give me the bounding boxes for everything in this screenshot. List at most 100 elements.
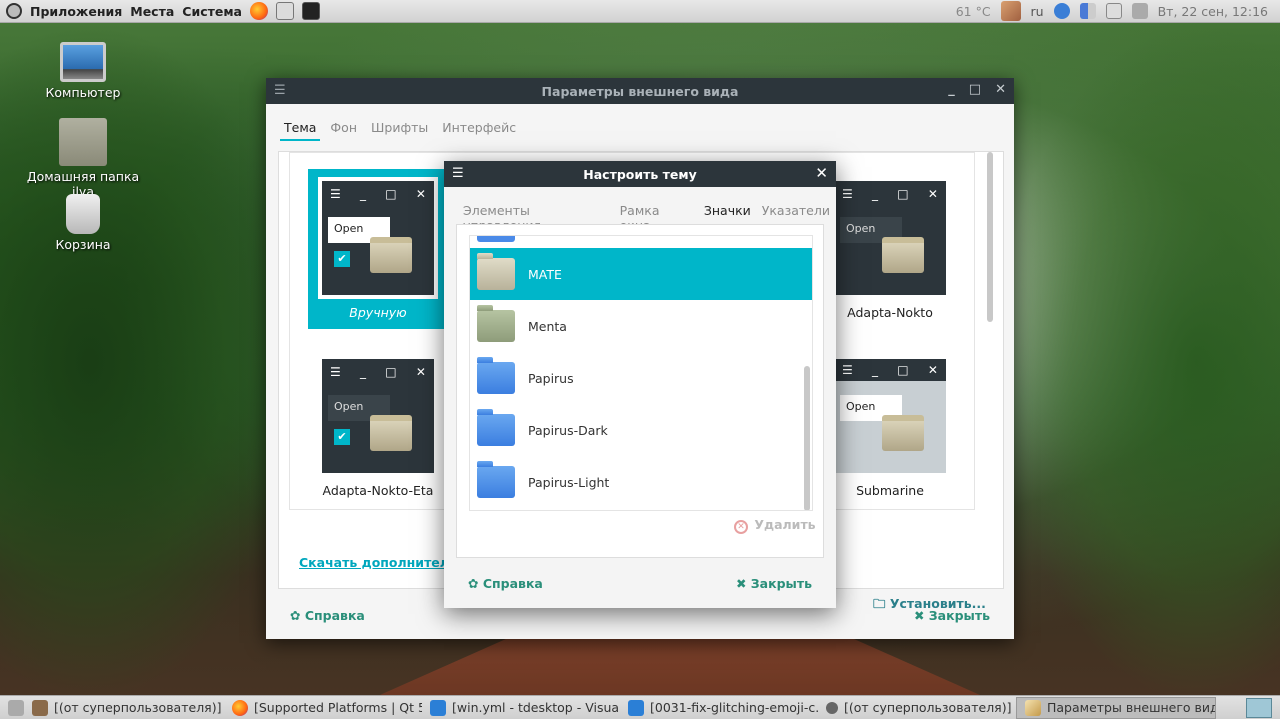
folder-icon (477, 357, 515, 394)
taskbar-task-label: [Supported Platforms | Qt 5... (254, 700, 422, 715)
list-item[interactable]: Papirus-Light (470, 456, 812, 508)
tab-interface[interactable]: Интерфейс (438, 118, 520, 141)
network-icon[interactable] (1079, 3, 1096, 19)
volume-icon[interactable] (1131, 3, 1148, 19)
desktop-icon-computer[interactable]: Компьютер (18, 42, 148, 100)
list-item[interactable]: Papirus (470, 352, 812, 404)
list-item[interactable]: MATE (470, 248, 812, 300)
taskbar-task[interactable]: [Supported Platforms | Qt 5... (224, 697, 422, 719)
list-item[interactable]: Menta (470, 300, 812, 352)
taskbar-task-label: [(от суперпользователя)] (844, 700, 1012, 715)
checkbox-icon: ✔ (334, 251, 350, 267)
theme-scrollbar[interactable] (987, 152, 993, 322)
keyboard-layout[interactable]: ru (1031, 4, 1044, 19)
folder-icon (882, 415, 924, 451)
folder-icon (477, 253, 515, 290)
dialog-titlebar[interactable]: ☰ Настроить тему ✕ (444, 161, 836, 187)
folder-icon (370, 415, 412, 451)
minimize-icon[interactable]: _ (948, 82, 955, 97)
folder-icon (477, 236, 515, 242)
close-icon[interactable]: ✕ (815, 164, 828, 182)
firefox-icon[interactable] (249, 2, 268, 20)
taskbar-task[interactable]: [0031-fix-glitching-emoji-c... (620, 697, 818, 719)
menu-applications[interactable]: Приложения (30, 4, 122, 19)
bottom-taskbar: [(от суперпользователя)] [Supported Plat… (0, 695, 1280, 719)
menu-places[interactable]: Места (130, 4, 174, 19)
cpu-temperature[interactable]: 61 °C (956, 4, 991, 19)
taskbar-task[interactable]: [(от суперпользователя)] (818, 697, 1016, 719)
desktop-icon-trash[interactable]: Корзина (18, 194, 148, 252)
terminal-icon[interactable] (301, 2, 320, 20)
taskbar-task-active[interactable]: Параметры внешнего вида (1016, 696, 1216, 719)
help-icon: ✿ (290, 608, 301, 623)
list-item-label: Papirus-Dark (528, 422, 608, 438)
folder-icon (477, 409, 515, 446)
theme-name: Submarine (856, 483, 924, 498)
folder-icon (882, 237, 924, 273)
taskbar-task-label: [0031-fix-glitching-emoji-c... (650, 700, 818, 715)
theme-preview: ☰ _ □ ✕ Open (830, 177, 950, 299)
theme-preview: ☰ _ □ ✕ Open ✔ (318, 177, 438, 299)
clipboard-icon[interactable] (1105, 3, 1122, 19)
appearance-icon (1025, 699, 1041, 716)
taskbar-task-label: Параметры внешнего вида (1047, 700, 1216, 715)
theme-item-custom[interactable]: ☰ _ □ ✕ Open ✔ Вручную (308, 169, 448, 329)
desktop-icon-home[interactable]: Домашняя папка ilya (18, 118, 148, 199)
desktop-icon-label: Корзина (55, 237, 111, 252)
wallpaper-foliage-right (1000, 22, 1280, 702)
window-titlebar[interactable]: ☰ Параметры внешнего вида _ □ ✕ (266, 78, 1014, 104)
clock[interactable]: Вт, 22 сен, 12:16 (1158, 4, 1268, 19)
tab-theme[interactable]: Тема (280, 118, 321, 141)
delete-icon: ✕ (734, 520, 748, 534)
top-panel: Приложения Места Система 61 °C ru Вт, 22… (0, 0, 1280, 23)
theme-item-adapta-nokto[interactable]: ☰ _ □ ✕ Open Adapta-Nokto (820, 169, 960, 329)
folder-icon (477, 461, 515, 498)
window-title: Параметры внешнего вида (541, 83, 739, 99)
menu-system[interactable]: Система (182, 4, 242, 19)
icons-frame: MATE Menta Papirus Papirus-Dark Papirus-… (456, 224, 824, 558)
update-icon[interactable] (1053, 3, 1070, 19)
delete-button-label: Удалить (754, 517, 816, 532)
workspace-switcher[interactable] (1246, 697, 1272, 718)
list-item[interactable]: Papirus-Dark (470, 404, 812, 456)
icon-list-scrollbar[interactable] (804, 366, 810, 510)
checkbox-icon: ✔ (334, 429, 350, 445)
home-folder-icon (59, 118, 107, 166)
list-item-label: Menta (528, 318, 567, 334)
dialog-close-button[interactable]: ✖ Закрыть (736, 576, 812, 591)
list-item-label: MATE (528, 266, 562, 282)
maximize-icon[interactable]: □ (969, 82, 981, 97)
taskbar-task[interactable]: [(от суперпользователя)] (24, 697, 224, 719)
taskbar-task[interactable]: [win.yml - tdesktop - Visual... (422, 697, 620, 719)
main-tab-bar: Тема Фон Шрифты Интерфейс (266, 104, 1014, 141)
theme-item-adapta-nokto-eta[interactable]: ☰ _ □ ✕ Open ✔ Adapta-Nokto-Eta (308, 347, 448, 507)
firefox-icon (232, 699, 248, 716)
folder-open-icon: 🗀 (873, 596, 886, 611)
close-button[interactable]: ✖ Закрыть (914, 608, 990, 623)
customize-theme-dialog: ☰ Настроить тему ✕ Элементы управления Р… (444, 161, 836, 608)
help-button-label: Справка (482, 576, 543, 591)
mate-logo-icon[interactable] (6, 3, 22, 19)
folder-icon (477, 305, 515, 342)
user-avatar[interactable] (1000, 1, 1021, 21)
close-icon[interactable]: ✕ (995, 82, 1006, 97)
dialog-menu-icon[interactable]: ☰ (452, 166, 464, 181)
tab-fonts[interactable]: Шрифты (367, 118, 432, 141)
theme-name: Adapta-Nokto (847, 305, 933, 320)
show-desktop-icon[interactable] (8, 699, 24, 716)
icon-theme-list[interactable]: MATE Menta Papirus Papirus-Dark Papirus-… (469, 235, 813, 511)
file-manager-icon[interactable] (275, 2, 294, 20)
delete-button[interactable]: ✕ Удалить (734, 517, 816, 534)
taskbar-task-label: [(от суперпользователя)] (54, 700, 222, 715)
window-menu-icon[interactable]: ☰ (274, 83, 286, 98)
theme-item-submarine[interactable]: ☰ _ □ ✕ Open Submarine (820, 347, 960, 507)
download-more-themes-link[interactable]: Скачать дополнительн (299, 555, 466, 570)
help-button[interactable]: ✿ Справка (290, 608, 365, 623)
computer-icon (60, 42, 106, 82)
theme-preview: ☰ _ □ ✕ Open (830, 355, 950, 477)
root-icon (32, 699, 48, 716)
theme-name: Вручную (349, 305, 407, 320)
dialog-help-button[interactable]: ✿ Справка (468, 576, 543, 591)
tab-background[interactable]: Фон (326, 118, 361, 141)
list-item-label: Papirus-Light (528, 474, 610, 490)
